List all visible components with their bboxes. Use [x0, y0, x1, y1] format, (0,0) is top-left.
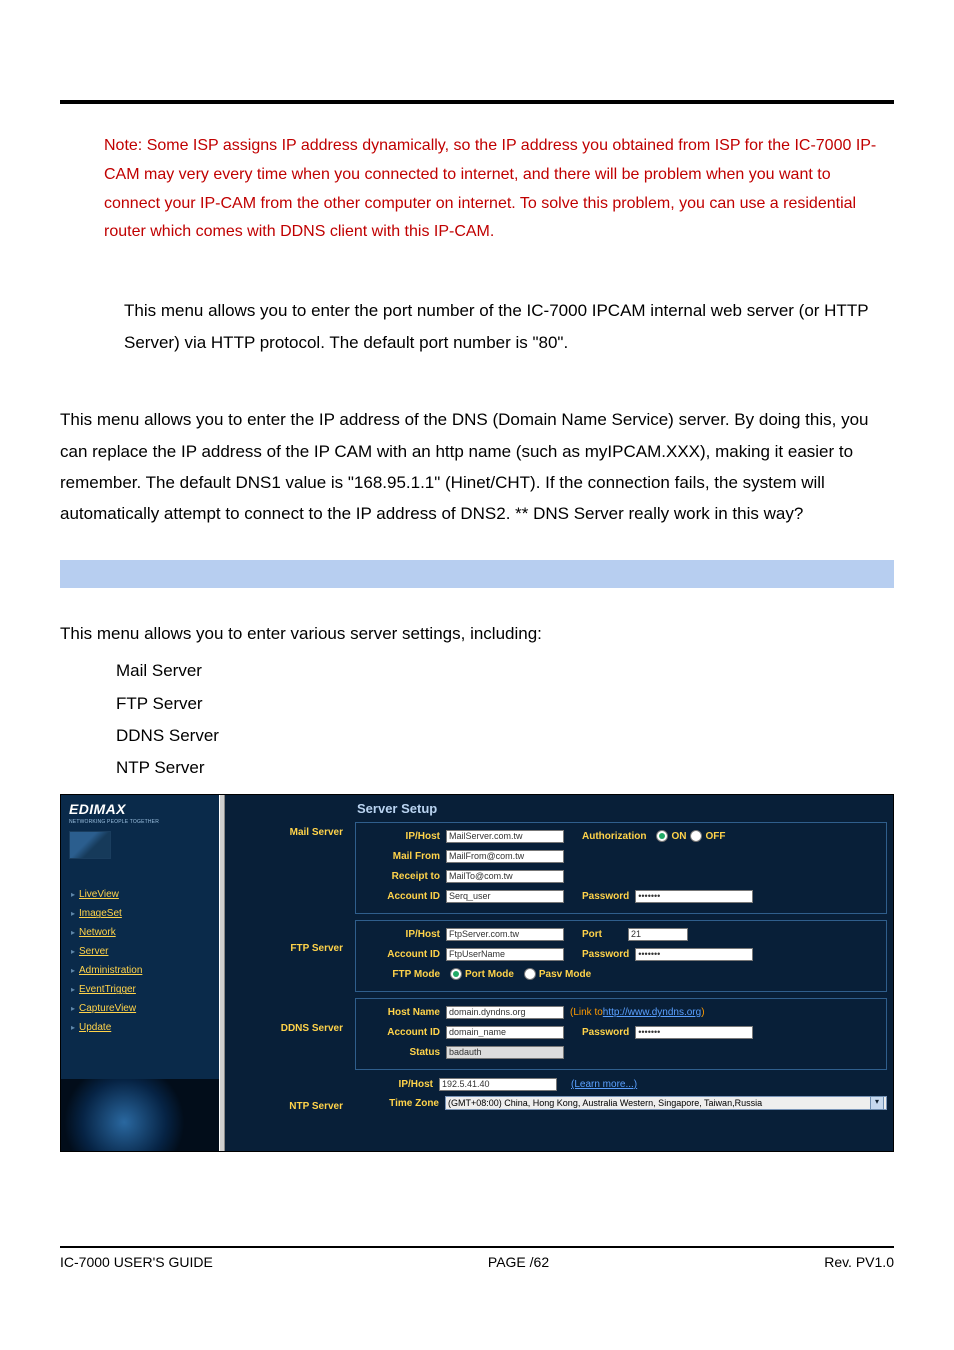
link-to-prefix: (Link to: [570, 1007, 603, 1018]
ddns-panel: Host Name (Link to http://www.dyndns.org…: [355, 998, 887, 1070]
nav-administration[interactable]: Administration: [71, 961, 215, 980]
mail-account-label: Account ID: [362, 891, 446, 902]
ntp-ip-host-label: IP/Host: [355, 1079, 439, 1090]
bullet-ftp: FTP Server: [116, 688, 894, 720]
ftp-account-label: Account ID: [362, 949, 446, 960]
ddns-status-value: [446, 1046, 564, 1059]
receipt-to-label: Receipt to: [362, 871, 446, 882]
globe-image: [61, 1079, 219, 1151]
note-paragraph: Note: Some ISP assigns IP address dynami…: [104, 132, 894, 247]
auth-on-radio[interactable]: ON: [656, 830, 686, 842]
brand-tagline: NETWORKING PEOPLE TOGETHER: [61, 819, 219, 829]
authorization-label: Authorization: [582, 831, 652, 842]
ftp-password-input[interactable]: [635, 948, 753, 961]
ftp-port-mode-radio[interactable]: Port Mode: [450, 968, 514, 980]
ntp-ip-host-input[interactable]: [439, 1078, 557, 1091]
label-ftp-server: FTP Server: [225, 943, 343, 965]
ddns-account-input[interactable]: [446, 1026, 564, 1039]
page-footer: IC-7000 USER'S GUIDE PAGE /62 Rev. PV1.0: [60, 1246, 894, 1270]
footer-middle: PAGE /62: [488, 1254, 549, 1270]
auth-off-radio[interactable]: OFF: [690, 830, 725, 842]
receipt-to-input[interactable]: [446, 870, 564, 883]
ftp-mode-label: FTP Mode: [362, 969, 446, 980]
section-bar: [60, 560, 894, 588]
bullet-ddns: DDNS Server: [116, 720, 894, 752]
mail-ip-host-input[interactable]: [446, 830, 564, 843]
note-prefix: Note:: [104, 137, 147, 154]
nav-network[interactable]: Network: [71, 923, 215, 942]
ddns-password-label: Password: [582, 1027, 635, 1038]
timezone-select[interactable]: (GMT+08:00) China, Hong Kong, Australia …: [445, 1096, 887, 1110]
http-port-paragraph: This menu allows you to enter the port n…: [124, 295, 894, 358]
nav-imageset[interactable]: ImageSet: [71, 904, 215, 923]
ddns-status-label: Status: [362, 1047, 446, 1058]
mail-password-label: Password: [582, 891, 635, 902]
section-labels-column: Mail Server FTP Server DDNS Server NTP S…: [225, 795, 349, 1151]
timezone-label: Time Zone: [361, 1098, 445, 1109]
bullet-mail: Mail Server: [116, 655, 894, 687]
section-title: Server Setup: [349, 801, 893, 822]
mail-account-input[interactable]: [446, 890, 564, 903]
chevron-down-icon: ▾: [870, 1096, 884, 1110]
server-setup-screenshot: EDIMAX NETWORKING PEOPLE TOGETHER LiveVi…: [60, 794, 894, 1152]
note-text: Some ISP assigns IP address dynamically,…: [104, 137, 876, 240]
servers-intro: This menu allows you to enter various se…: [60, 618, 894, 649]
mail-from-input[interactable]: [446, 850, 564, 863]
nav-eventtrigger[interactable]: EventTrigger: [71, 980, 215, 999]
ftp-password-label: Password: [582, 949, 635, 960]
nav-captureview[interactable]: CaptureView: [71, 999, 215, 1018]
ftp-ip-host-label: IP/Host: [362, 929, 446, 940]
nav-list: LiveView ImageSet Network Server Adminis…: [61, 879, 219, 1037]
learn-more-link[interactable]: (Learn more...): [571, 1079, 637, 1090]
label-mail-server: Mail Server: [225, 827, 343, 849]
nav-liveview[interactable]: LiveView: [71, 885, 215, 904]
sidebar: EDIMAX NETWORKING PEOPLE TOGETHER LiveVi…: [61, 795, 219, 1151]
footer-right: Rev. PV1.0: [824, 1254, 894, 1270]
mail-panel: IP/Host Authorization ON OFF Mail From R…: [355, 822, 887, 914]
timezone-value: (GMT+08:00) China, Hong Kong, Australia …: [448, 1098, 762, 1108]
bullet-ntp: NTP Server: [116, 752, 894, 784]
ftp-port-label: Port: [582, 929, 628, 940]
settings-panel: Server Setup IP/Host Authorization ON OF…: [349, 795, 893, 1151]
ftp-ip-host-input[interactable]: [446, 928, 564, 941]
device-thumbnail: [69, 831, 111, 859]
dyndns-link[interactable]: http://www.dyndns.org: [603, 1007, 701, 1018]
ddns-password-input[interactable]: [635, 1026, 753, 1039]
label-ddns-server: DDNS Server: [225, 1023, 343, 1045]
ddns-host-label: Host Name: [362, 1007, 446, 1018]
footer-left: IC-7000 USER'S GUIDE: [60, 1254, 213, 1270]
nav-server[interactable]: Server: [71, 942, 215, 961]
ftp-pasv-mode-radio[interactable]: Pasv Mode: [524, 968, 591, 980]
brand-logo: EDIMAX: [61, 795, 219, 819]
top-rule: [60, 100, 894, 104]
ftp-panel: IP/Host Port Account ID Password FTP Mod…: [355, 920, 887, 992]
link-to-suffix: ): [701, 1007, 704, 1018]
nav-update[interactable]: Update: [71, 1018, 215, 1037]
ftp-port-input[interactable]: [628, 928, 688, 941]
label-ntp-server: NTP Server: [225, 1101, 343, 1123]
mail-from-label: Mail From: [362, 851, 446, 862]
ddns-host-input[interactable]: [446, 1006, 564, 1019]
mail-password-input[interactable]: [635, 890, 753, 903]
ddns-account-label: Account ID: [362, 1027, 446, 1038]
mail-ip-host-label: IP/Host: [362, 831, 446, 842]
dns-paragraph: This menu allows you to enter the IP add…: [60, 404, 894, 530]
ftp-account-input[interactable]: [446, 948, 564, 961]
